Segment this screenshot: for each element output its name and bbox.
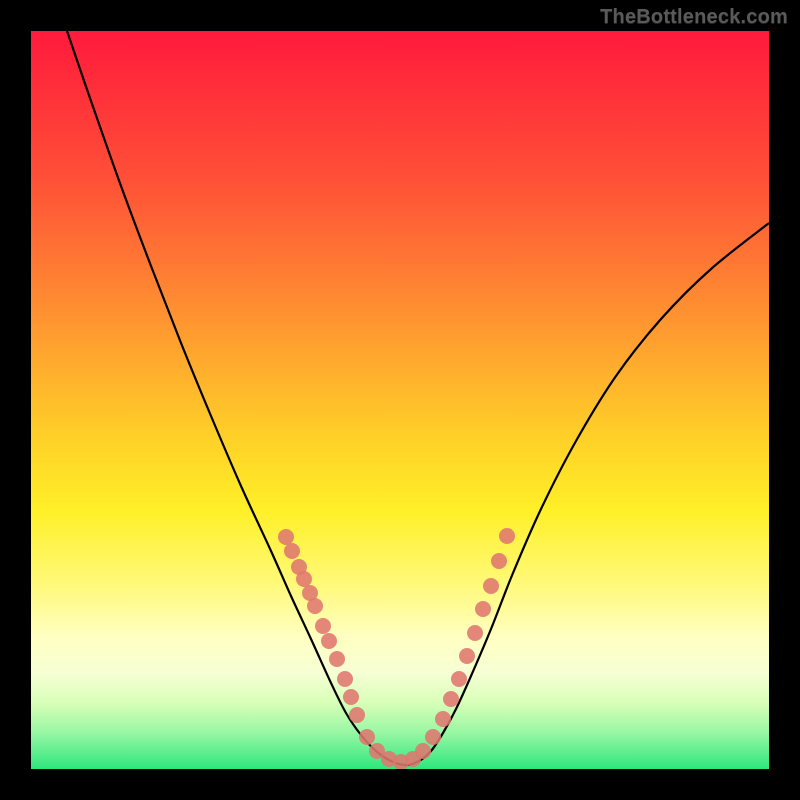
data-point-marker	[435, 711, 451, 727]
data-point-marker	[483, 578, 499, 594]
data-point-marker	[451, 671, 467, 687]
data-point-marker	[315, 618, 331, 634]
data-markers	[278, 528, 515, 769]
data-point-marker	[467, 625, 483, 641]
data-point-marker	[425, 729, 441, 745]
data-point-marker	[296, 571, 312, 587]
plot-area	[31, 31, 769, 769]
watermark-text: TheBottleneck.com	[600, 6, 788, 29]
data-point-marker	[499, 528, 515, 544]
curve-layer	[31, 31, 769, 769]
bottleneck-curve	[67, 31, 769, 765]
data-point-marker	[475, 601, 491, 617]
data-point-marker	[415, 743, 431, 759]
data-point-marker	[491, 553, 507, 569]
data-point-marker	[343, 689, 359, 705]
data-point-marker	[307, 598, 323, 614]
data-point-marker	[321, 633, 337, 649]
data-point-marker	[459, 648, 475, 664]
data-point-marker	[349, 707, 365, 723]
data-point-marker	[284, 543, 300, 559]
outer-frame: TheBottleneck.com	[0, 0, 800, 800]
data-point-marker	[443, 691, 459, 707]
data-point-marker	[329, 651, 345, 667]
data-point-marker	[337, 671, 353, 687]
data-point-marker	[359, 729, 375, 745]
data-point-marker	[278, 529, 294, 545]
